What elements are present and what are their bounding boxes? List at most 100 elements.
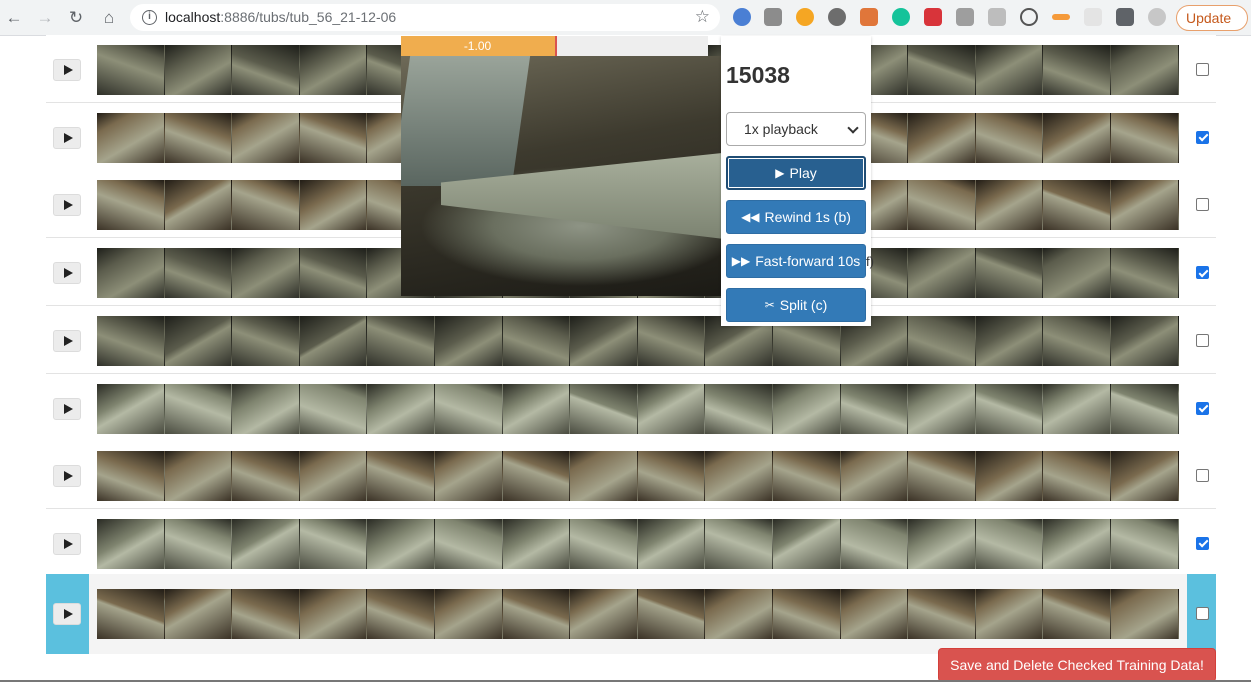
- reload-icon[interactable]: ↻: [64, 6, 88, 30]
- row-play-button[interactable]: [53, 59, 81, 81]
- extension-icon-5[interactable]: [860, 8, 878, 26]
- timeline-label: -1.00: [463, 39, 492, 53]
- row-play-button[interactable]: [53, 397, 81, 420]
- thumbnail-frame: [975, 383, 1044, 434]
- row-checkbox[interactable]: [1196, 536, 1209, 550]
- thumbnail-frame: [975, 248, 1044, 299]
- thumbnail-frame: [637, 588, 706, 639]
- row-play-button[interactable]: [53, 126, 81, 149]
- row-checkbox[interactable]: [1196, 198, 1209, 212]
- row-checkbox[interactable]: [1196, 401, 1209, 415]
- record-row[interactable]: [46, 573, 1216, 654]
- thumbnail-frame: [434, 383, 503, 434]
- record-row[interactable]: [46, 508, 1216, 577]
- camera-icon[interactable]: [956, 8, 974, 26]
- row-checkbox[interactable]: [1196, 333, 1209, 347]
- rewind-label: Rewind 1s (b): [764, 209, 851, 225]
- site-info-icon[interactable]: i: [142, 10, 157, 25]
- row-play-button[interactable]: [53, 532, 81, 555]
- scissors-icon: ✂: [764, 298, 775, 312]
- extension-icon-3[interactable]: [796, 8, 814, 26]
- thumbnail-frame: [97, 112, 165, 163]
- profile-avatar[interactable]: [1148, 8, 1166, 26]
- thumbnail-frame: [1043, 248, 1111, 299]
- rainbow-icon[interactable]: [1052, 14, 1070, 20]
- angular-icon[interactable]: [924, 8, 942, 26]
- extension-icon-1[interactable]: [733, 8, 751, 26]
- thumbnail-frame: [232, 383, 300, 434]
- row-play-button[interactable]: [53, 194, 81, 217]
- thumbnail-frame: [705, 518, 773, 569]
- split-button[interactable]: ✂ Split (c): [726, 288, 866, 322]
- extension-icon-4[interactable]: [828, 8, 846, 26]
- record-row[interactable]: [46, 373, 1216, 442]
- thumbnail-strip[interactable]: [97, 518, 1179, 569]
- thumbnail-strip-container: [89, 374, 1187, 442]
- document-icon[interactable]: [988, 8, 1006, 26]
- grammarly-icon[interactable]: [892, 8, 910, 26]
- player-controls: 15038 1x playback ▶ Play ◀◀ Rewind 1s (b…: [721, 36, 871, 326]
- thumbnail-frame: [164, 248, 233, 299]
- row-checkbox[interactable]: [1196, 63, 1209, 76]
- record-row[interactable]: [46, 441, 1216, 510]
- extension-icon-6[interactable]: [1084, 8, 1102, 26]
- row-play-button[interactable]: [53, 465, 81, 488]
- thumbnail-frame: [299, 248, 368, 299]
- url-text[interactable]: localhost:8886/tubs/tub_56_21-12-06: [165, 9, 396, 25]
- thumbnail-frame: [840, 451, 909, 502]
- thumbnail-frame: [637, 518, 706, 569]
- update-button[interactable]: Update: [1176, 5, 1248, 31]
- address-bar[interactable]: i localhost:8886/tubs/tub_56_21-12-06 ☆: [130, 4, 720, 31]
- frame-counter: 15038: [726, 62, 790, 88]
- thumbnail-frame: [502, 383, 571, 434]
- thumbnail-frame: [299, 315, 368, 366]
- fast-forward-button[interactable]: ▶▶ Fast-forward 10s: [726, 244, 866, 278]
- thumbnail-frame: [434, 451, 503, 502]
- playback-speed-select[interactable]: 1x playback: [726, 112, 866, 146]
- thumbnail-frame: [1110, 112, 1179, 163]
- thumbnail-frame: [637, 315, 706, 366]
- row-checkbox[interactable]: [1196, 469, 1209, 483]
- record-row[interactable]: [46, 305, 1216, 374]
- thumbnail-strip-container: [89, 509, 1187, 577]
- thumbnail-frame: [97, 588, 165, 639]
- row-play-button[interactable]: [53, 262, 81, 285]
- row-checkbox[interactable]: [1196, 606, 1209, 620]
- row-checkbox[interactable]: [1196, 130, 1209, 144]
- thumbnail-frame: [772, 588, 841, 639]
- row-play-button[interactable]: [53, 329, 81, 352]
- thumbnail-strip[interactable]: [97, 451, 1179, 502]
- thumbnail-frame: [232, 45, 300, 95]
- thumbnail-frame: [570, 451, 638, 502]
- save-delete-button[interactable]: Save and Delete Checked Training Data!: [938, 648, 1216, 682]
- rewind-icon: ◀◀: [741, 210, 760, 224]
- back-icon[interactable]: ←: [2, 6, 26, 30]
- thumbnail-frame: [908, 45, 976, 95]
- row-play-button[interactable]: [53, 602, 81, 625]
- thumbnail-frame: [1043, 45, 1111, 95]
- extension-icon-2[interactable]: [764, 8, 782, 26]
- thumbnail-frame: [97, 383, 165, 434]
- thumbnail-strip[interactable]: [97, 588, 1179, 639]
- thumbnail-frame: [1043, 180, 1111, 231]
- rewind-button[interactable]: ◀◀ Rewind 1s (b): [726, 200, 866, 234]
- thumbnail-frame: [97, 518, 165, 569]
- thumbnail-frame: [705, 451, 773, 502]
- puzzle-icon[interactable]: [1116, 8, 1134, 26]
- row-checkbox[interactable]: [1196, 266, 1209, 280]
- thumbnail-frame: [502, 451, 571, 502]
- timeline-cursor[interactable]: [555, 36, 557, 56]
- thumbnail-frame: [232, 518, 300, 569]
- thumbnail-frame: [772, 451, 841, 502]
- code-icon[interactable]: [1020, 8, 1038, 26]
- thumbnail-strip-container: [89, 573, 1187, 654]
- bookmark-star-icon[interactable]: ☆: [695, 7, 710, 27]
- home-icon[interactable]: ⌂: [97, 6, 121, 30]
- forward-icon[interactable]: →: [33, 6, 57, 30]
- thumbnail-strip[interactable]: [97, 315, 1179, 366]
- timeline-bar[interactable]: -1.00: [401, 36, 708, 56]
- url-host: localhost: [165, 9, 221, 25]
- thumbnail-strip[interactable]: [97, 383, 1179, 434]
- play-button[interactable]: ▶ Play: [726, 156, 866, 190]
- thumbnail-frame: [164, 518, 233, 569]
